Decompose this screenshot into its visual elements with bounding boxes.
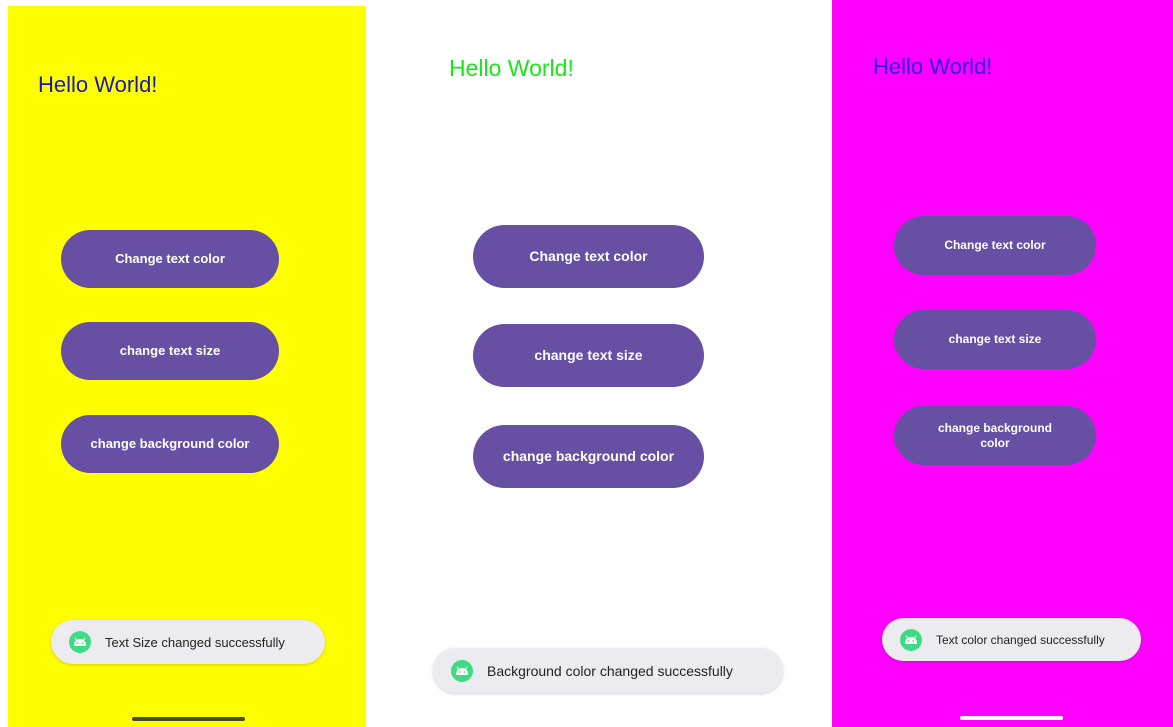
navigation-handle[interactable] <box>132 717 245 721</box>
change-text-color-button[interactable]: Change text color <box>894 216 1096 275</box>
android-icon <box>69 631 91 653</box>
toast-message: Text color changed successfully <box>882 618 1141 661</box>
navigation-handle[interactable] <box>960 716 1063 720</box>
change-background-color-button[interactable]: change background color <box>61 415 279 473</box>
change-text-size-button[interactable]: change text size <box>61 322 279 380</box>
change-background-color-button[interactable]: change background color <box>473 425 704 488</box>
android-icon <box>451 659 473 682</box>
change-text-color-button[interactable]: Change text color <box>473 225 704 288</box>
toast-message: Text Size changed successfully <box>51 620 325 664</box>
phone-screen-magenta: Hello World! Change text color change te… <box>832 0 1173 727</box>
phone-screen-white: Hello World! Change text color change te… <box>366 0 832 727</box>
change-text-size-button[interactable]: change text size <box>473 324 704 387</box>
change-text-color-button[interactable]: Change text color <box>61 230 279 288</box>
toast-text: Background color changed successfully <box>487 662 733 679</box>
phone-screen-yellow: Hello World! Change text color change te… <box>8 6 366 727</box>
toast-message: Background color changed successfully <box>433 648 783 693</box>
hello-world-text: Hello World! <box>873 54 993 79</box>
change-text-size-button[interactable]: change text size <box>894 310 1096 369</box>
android-icon <box>900 628 922 651</box>
hello-world-text: Hello World! <box>38 72 158 97</box>
change-background-color-button[interactable]: change background color <box>894 406 1096 465</box>
hello-world-text: Hello World! <box>449 55 574 81</box>
toast-text: Text color changed successfully <box>936 632 1105 647</box>
toast-text: Text Size changed successfully <box>105 634 285 650</box>
